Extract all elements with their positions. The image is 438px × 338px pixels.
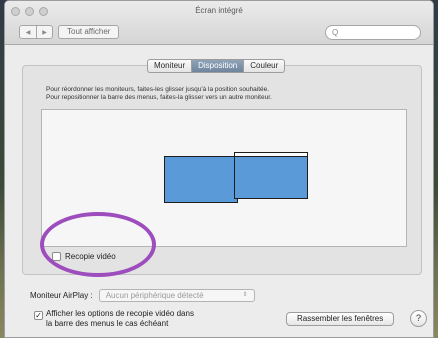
search-field[interactable]: Q [325,25,421,40]
menu-bar-strip[interactable] [235,153,307,157]
mirroring-options-checkbox[interactable]: ✓ [34,311,43,320]
instruction-line-menubar: Pour repositionner la barre des menus, f… [46,94,272,101]
mirroring-options-row[interactable]: ✓ Afficher les options de recopie vidéo … [34,309,194,329]
window-title: Écran intégré [195,6,243,15]
mirroring-options-label: Afficher les options de recopie vidéo da… [46,309,194,328]
airplay-row: Moniteur AirPlay : Aucun périphérique dé… [30,289,255,302]
show-all-button[interactable]: Tout afficher [58,25,120,39]
mirror-displays-checkbox[interactable] [52,252,61,261]
tab-moniteur[interactable]: Moniteur [148,60,191,72]
instruction-line-reorder: Pour réordonner les moniteurs, faites-le… [46,86,270,93]
airplay-device-select[interactable]: Aucun périphérique détecté ⇕ [98,289,255,302]
title-bar: Écran intégré ◀ ▶ Tout afficher Q [5,1,433,45]
builtin-display-thumbnail[interactable] [164,156,238,203]
tab-couleur[interactable]: Couleur [243,60,284,72]
back-arrow-icon[interactable]: ◀ [20,26,36,38]
display-arrangement-area [41,109,407,247]
airplay-selected-value: Aucun périphérique détecté [105,291,204,300]
mirror-displays-label: Recopie vidéo [65,252,116,261]
tab-disposition[interactable]: Disposition [191,60,244,72]
help-button[interactable]: ? [410,310,427,327]
external-display-thumbnail[interactable] [234,152,308,199]
gather-windows-button[interactable]: Rassembler les fenêtres [286,312,395,326]
arrangement-instructions: Pour réordonner les moniteurs, faites-le… [46,86,272,102]
airplay-label: Moniteur AirPlay : [30,291,93,300]
select-arrows-icon: ⇕ [242,292,248,298]
mirror-displays-option[interactable]: Recopie vidéo [52,252,116,261]
back-forward-group: ◀ ▶ [19,25,53,39]
forward-arrow-icon[interactable]: ▶ [36,26,52,38]
tab-bar: Moniteur Disposition Couleur [147,59,286,73]
